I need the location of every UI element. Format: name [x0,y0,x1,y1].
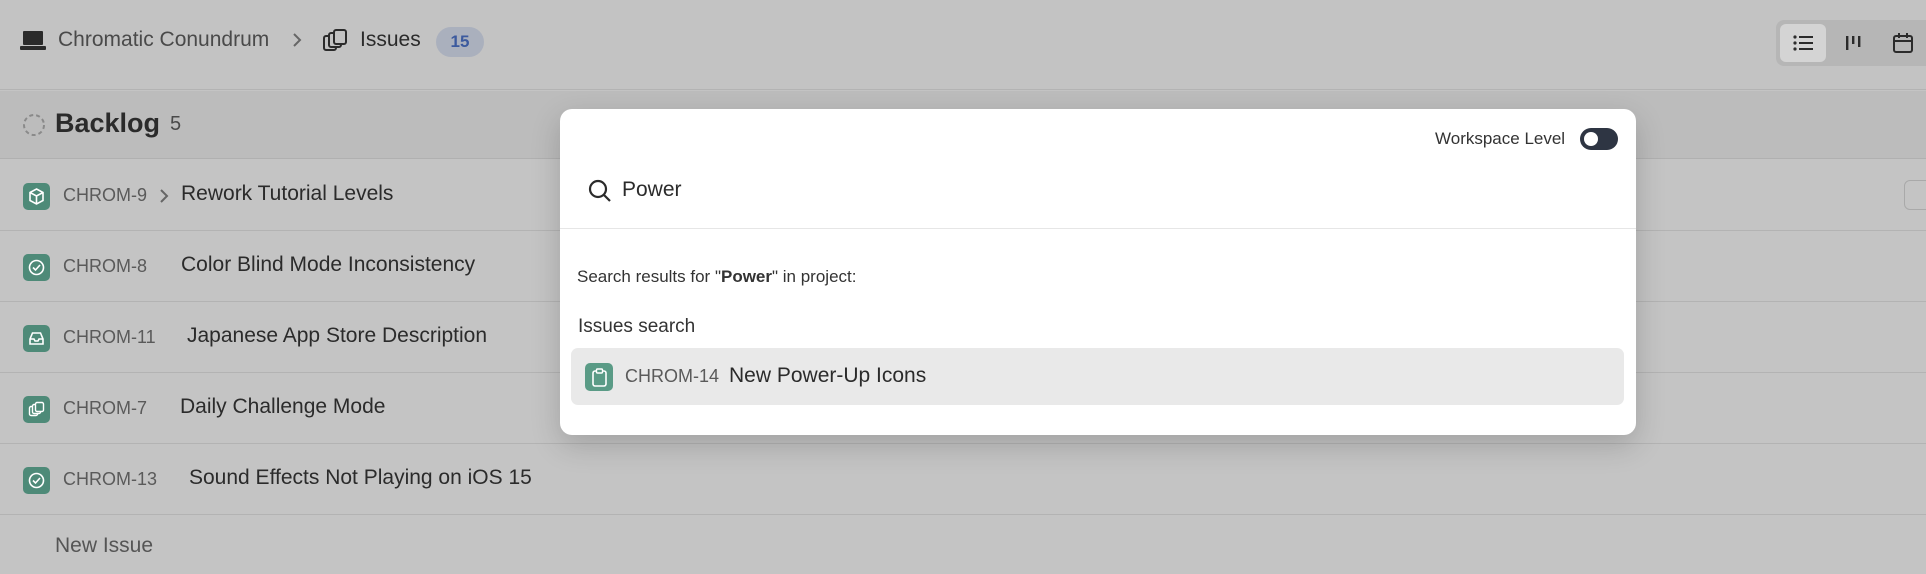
modal-divider [560,228,1636,229]
issue-title[interactable]: Daily Challenge Mode [180,395,385,419]
calendar-view-button[interactable] [1880,24,1926,62]
chevron-right-icon [293,33,302,47]
issues-breadcrumb[interactable]: Issues [360,28,421,52]
view-switcher [1776,20,1926,66]
top-header [0,0,1926,90]
list-view-button[interactable] [1780,24,1826,62]
calendar-view-icon [1893,33,1913,53]
inbox-icon [23,325,50,352]
issue-title[interactable]: Rework Tutorial Levels [181,182,393,206]
search-result-item[interactable]: CHROM-14 New Power-Up Icons [571,348,1624,405]
issue-title[interactable]: Japanese App Store Description [187,324,487,348]
result-issue-title: New Power-Up Icons [729,364,927,387]
issues-search-heading: Issues search [578,316,696,337]
search-icon [588,179,611,202]
board-view-button[interactable] [1830,24,1876,62]
issue-key: CHROM-13 [63,469,158,489]
result-issue-key: CHROM-14 [625,366,720,386]
workspace-level-toggle[interactable] [1580,128,1618,150]
backlog-dashed-circle-icon [23,114,45,136]
issue-count-badge: 15 [436,27,484,57]
issue-key: CHROM-9 [63,185,147,205]
new-issue-label[interactable]: New Issue [55,534,153,558]
results-prefix: Search results for " [577,267,721,286]
issue-key: CHROM-8 [63,256,147,276]
results-query: Power [720,267,773,286]
board-view-icon [1846,36,1861,50]
issue-title[interactable]: Sound Effects Not Playing on iOS 15 [189,466,532,490]
group-title: Backlog [55,108,161,138]
results-suffix: " in project: [772,267,857,286]
issue-row[interactable]: CHROM-13 Sound Effects Not Playing on iO… [0,444,1926,515]
laptop-icon [20,31,46,50]
issue-key: CHROM-7 [63,398,147,418]
cube-icon [23,183,50,210]
issue-title[interactable]: Color Blind Mode Inconsistency [181,253,475,277]
toggle-knob [1584,132,1598,146]
clipboard-icon [585,363,613,391]
project-name-breadcrumb[interactable]: Chromatic Conundrum [58,28,269,52]
search-results-caption: Search results for "Power" in project: [577,267,856,287]
group-count: 5 [170,113,182,135]
issue-key: CHROM-11 [63,327,156,347]
stack-icon [23,396,50,423]
search-input[interactable] [622,172,1602,208]
list-view-icon [1793,35,1813,51]
chevron-right-icon[interactable] [158,187,170,205]
check-circle-icon [23,254,50,281]
row-action-button[interactable] [1904,180,1926,210]
issues-stack-icon [323,29,347,51]
workspace-level-label: Workspace Level [1435,129,1566,148]
new-issue-button[interactable] [0,516,1926,574]
check-circle-icon [23,467,50,494]
